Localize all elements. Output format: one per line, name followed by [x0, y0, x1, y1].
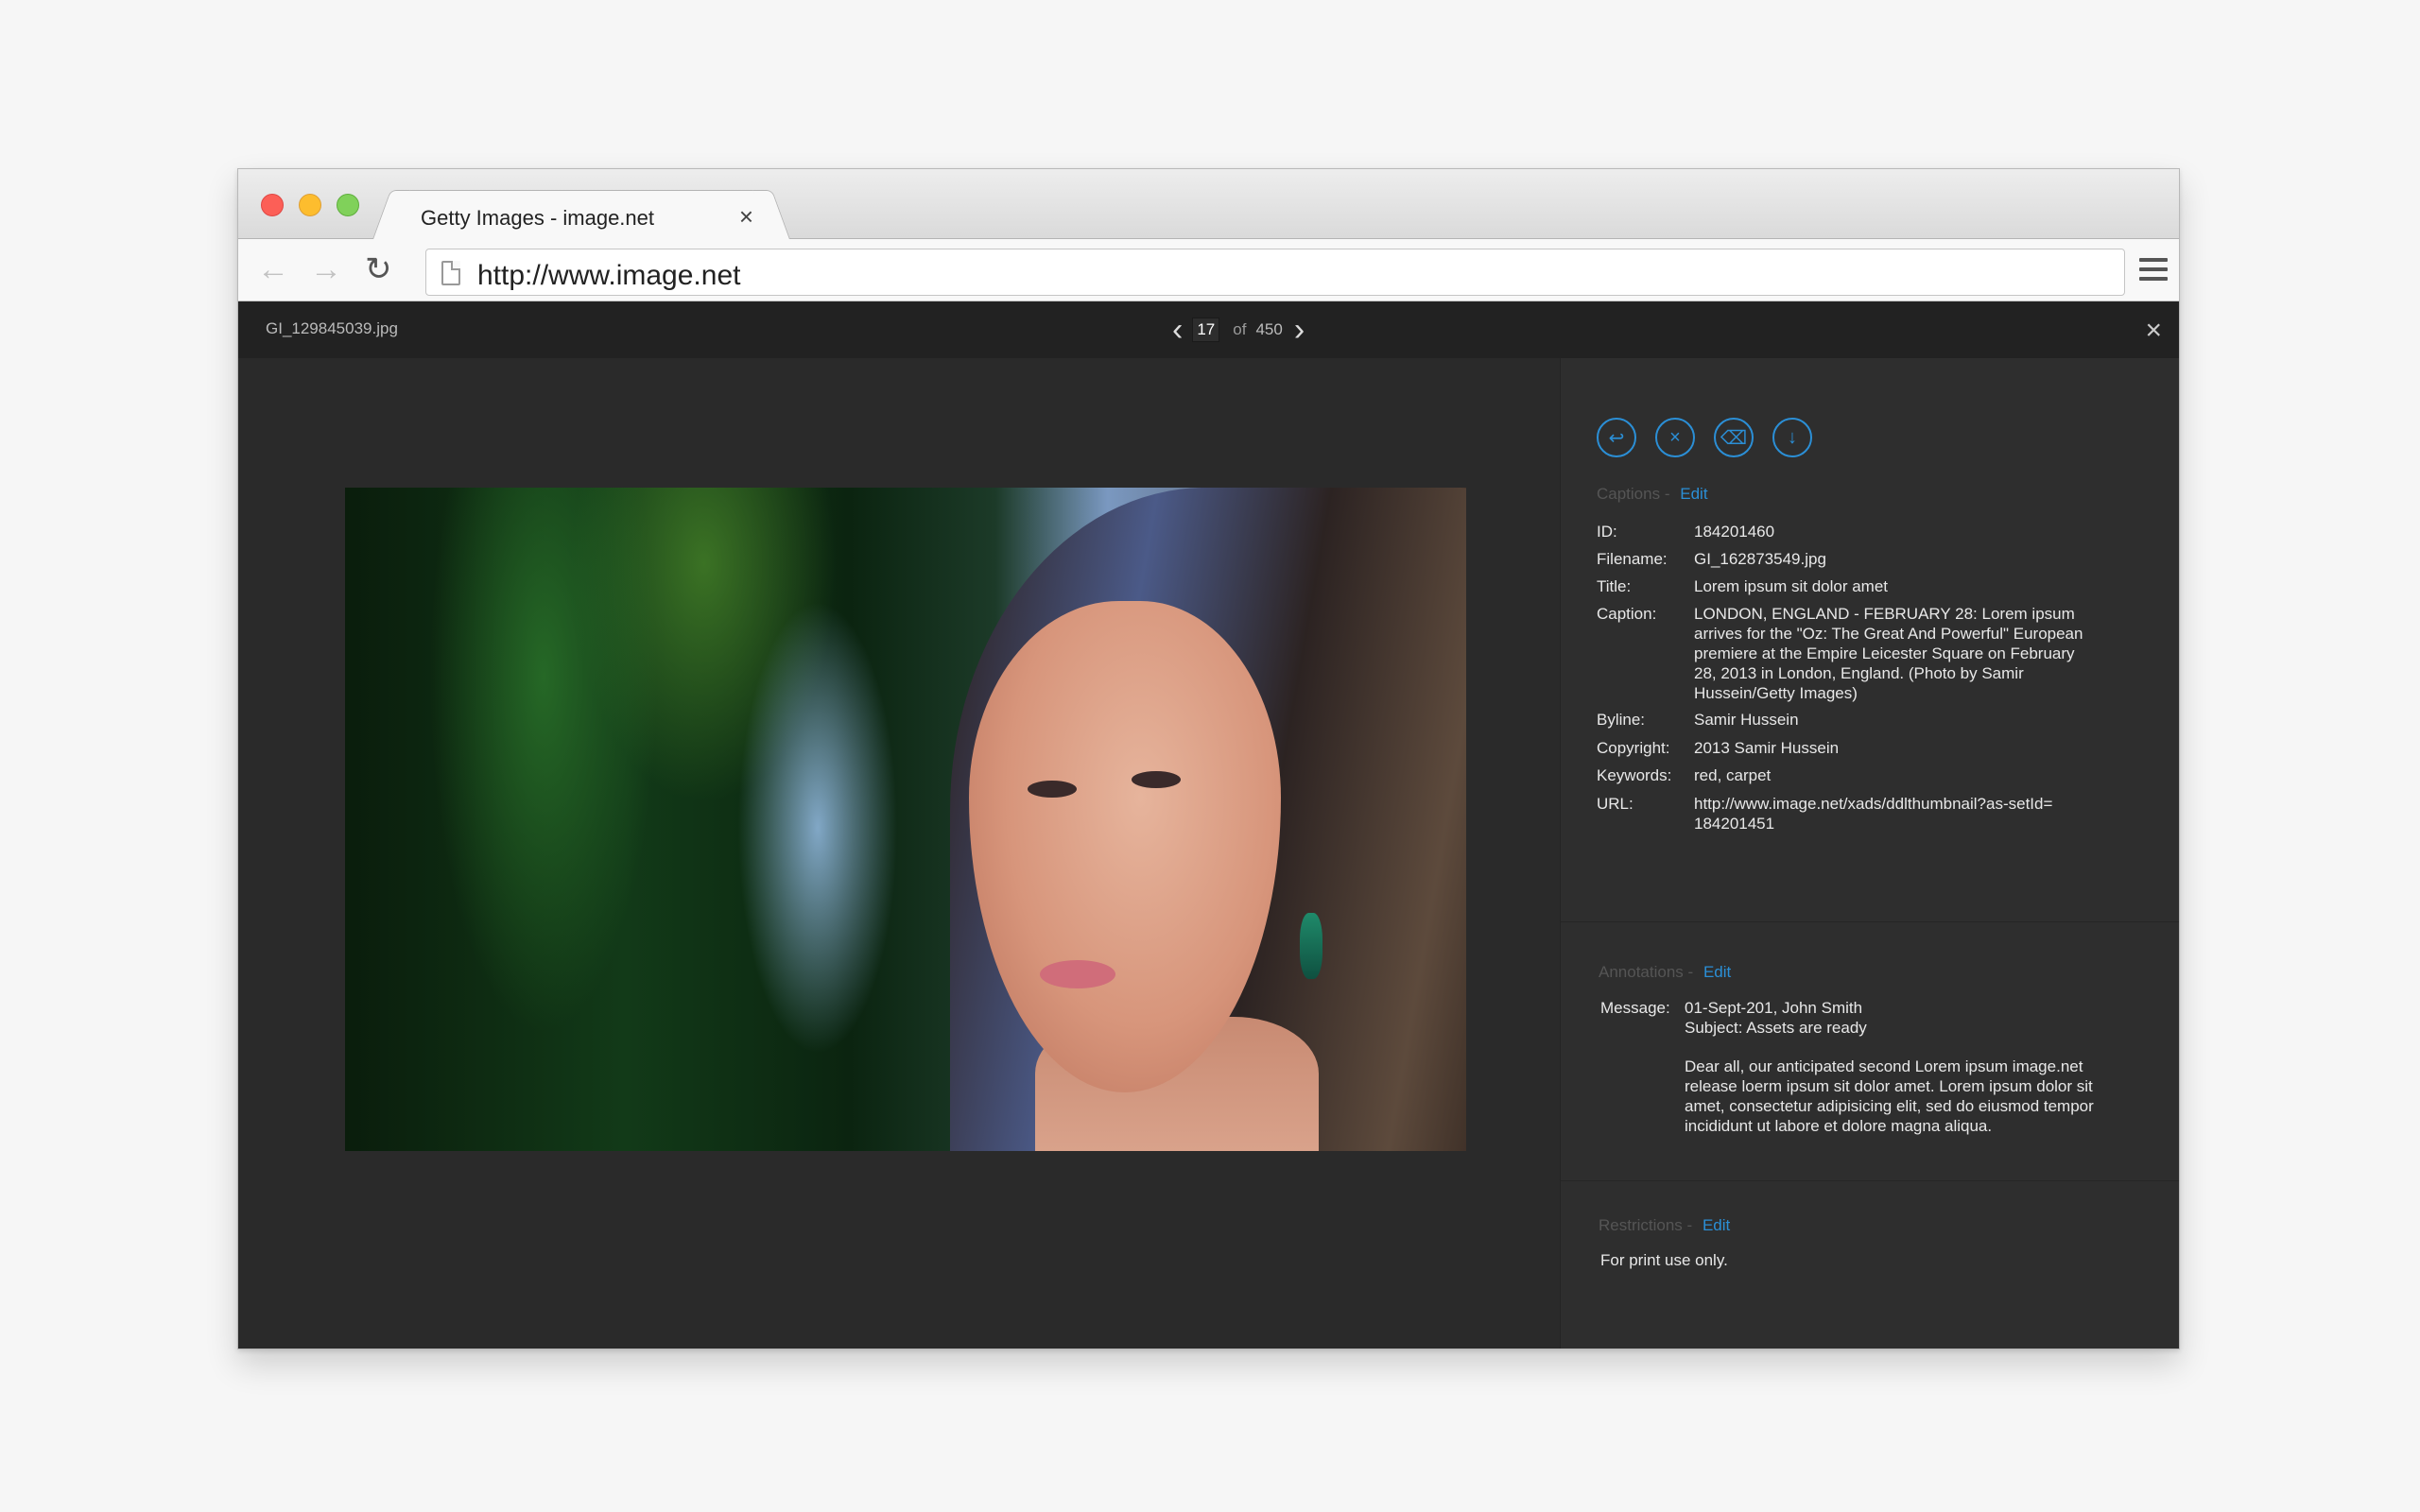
divider [1561, 1180, 2179, 1181]
reload-icon[interactable]: ↻ [365, 252, 392, 286]
close-window-button[interactable] [261, 194, 284, 216]
viewer-filename: GI_129845039.jpg [266, 319, 398, 337]
annotations-edit-link[interactable]: Edit [1703, 963, 1731, 981]
annotation-subject: Subject: Assets are ready [1685, 1019, 1867, 1037]
download-icon[interactable]: ↓ [1772, 418, 1812, 457]
annotation-date-author: 01-Sept-201, John Smith [1685, 999, 1863, 1017]
page-icon [441, 261, 460, 285]
pager-of-label: of [1233, 320, 1247, 338]
back-arrow-icon[interactable]: ← [257, 252, 289, 286]
prev-image-icon[interactable]: ‹ [1172, 314, 1183, 346]
restrictions-edit-link[interactable]: Edit [1703, 1216, 1730, 1234]
metadata-panel: ↩ × ⌫ ↓ Captions - Edit ID: 184201460 Fi… [1560, 358, 2179, 1349]
next-image-icon[interactable]: › [1294, 314, 1305, 346]
tab-title: Getty Images - image.net [421, 206, 654, 230]
browser-window: Getty Images - image.net × ← → ↻ http://… [237, 168, 2180, 1349]
minimize-window-button[interactable] [299, 194, 321, 216]
restrictions-text: For print use only. [1600, 1251, 1728, 1269]
current-page-input[interactable]: 17 [1192, 318, 1220, 342]
remove-from-folder-icon[interactable]: × [1655, 418, 1695, 457]
forward-arrow-icon[interactable]: → [310, 252, 342, 286]
address-bar[interactable]: http://www.image.net [425, 249, 2125, 296]
browser-toolbar: ← → ↻ http://www.image.net [238, 239, 2179, 301]
maximize-window-button[interactable] [337, 194, 359, 216]
tab-close-icon[interactable]: × [739, 202, 753, 232]
hamburger-menu-icon[interactable] [2139, 258, 2168, 283]
trash-icon[interactable]: ⌫ [1714, 418, 1754, 457]
preview-photo [345, 488, 1466, 1151]
captions-heading: Captions - Edit [1597, 485, 1708, 503]
annotation-body: Dear all, our anticipated second Lorem i… [1685, 1057, 2094, 1135]
annotations-heading: Annotations - Edit [1599, 963, 1732, 981]
tab-strip: Getty Images - image.net × [238, 169, 2179, 241]
captions-edit-link[interactable]: Edit [1680, 485, 1707, 503]
restrictions-heading: Restrictions - Edit [1599, 1216, 1731, 1234]
action-icons: ↩ × ⌫ ↓ [1597, 418, 1812, 457]
move-to-folder-icon[interactable]: ↩ [1597, 418, 1636, 457]
browser-tab[interactable]: Getty Images - image.net × [391, 190, 771, 241]
pager: ‹ 17 of 450 › [1172, 311, 1305, 349]
viewer-header: GI_129845039.jpg ‹ 17 of 450 › × [238, 301, 2179, 358]
url-text[interactable]: http://www.image.net [477, 260, 740, 292]
pager-total: 450 [1255, 320, 1283, 338]
divider [1561, 921, 2179, 922]
close-viewer-icon[interactable]: × [2145, 315, 2162, 347]
image-pane [238, 358, 1560, 1349]
